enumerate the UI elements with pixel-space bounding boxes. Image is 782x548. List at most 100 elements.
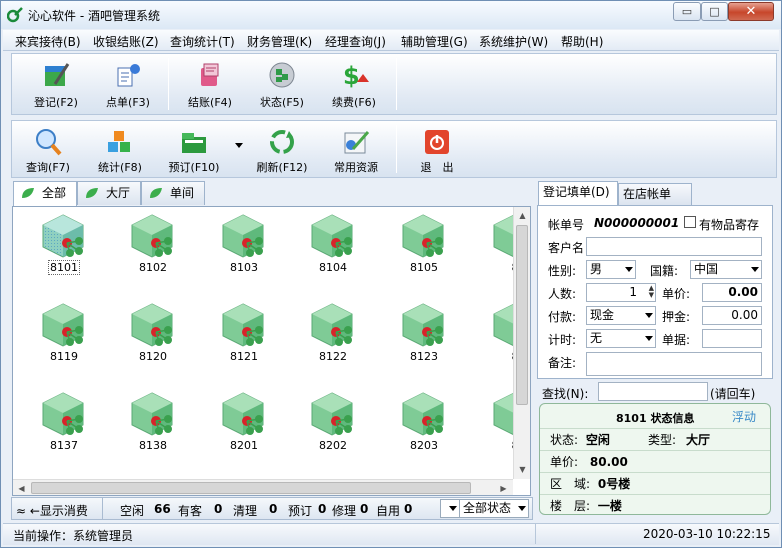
scroll-down-icon[interactable]: ▼ xyxy=(514,461,530,478)
tab-all[interactable]: 全部 xyxy=(13,181,77,207)
deposit-items-checkbox[interactable] xyxy=(684,216,696,228)
menu-system-maintenance[interactable]: 系统维护(W) xyxy=(479,33,548,50)
scroll-right-icon[interactable]: ▶ xyxy=(495,480,512,495)
voucher-input[interactable] xyxy=(702,329,762,348)
register-label: 登记(F2) xyxy=(34,96,78,109)
minimize-button[interactable]: ▭ xyxy=(673,2,701,21)
room-cube-icon xyxy=(402,392,444,436)
payment-select[interactable]: 现金 xyxy=(586,306,656,325)
gender-select[interactable]: 男 xyxy=(586,260,636,279)
chevron-down-icon xyxy=(751,267,759,272)
scroll-left-icon[interactable]: ◀ xyxy=(13,480,30,495)
room-cube-icon xyxy=(222,303,264,347)
menu-finance[interactable]: 财务管理(K) xyxy=(247,33,312,50)
menu-query-statistics[interactable]: 查询统计(T) xyxy=(170,33,235,50)
status-filter-dropdown-button[interactable] xyxy=(440,499,460,518)
room-tile[interactable]: 8138 xyxy=(118,387,188,467)
room-tile[interactable]: 8137 xyxy=(29,387,99,467)
room-tile[interactable]: 8105 xyxy=(389,209,459,289)
tab-registration-form[interactable]: 登记填单(D) xyxy=(538,181,618,206)
search-hint: (请回车) xyxy=(710,387,756,401)
cleaning-count: 0 xyxy=(269,502,278,516)
order-button[interactable]: 点单(F3) xyxy=(92,54,164,114)
room-number-label: 8138 xyxy=(139,439,167,452)
vertical-scroll-thumb[interactable] xyxy=(516,225,528,405)
room-cube-icon xyxy=(42,214,84,258)
remark-input[interactable] xyxy=(586,352,762,376)
room-cube-icon xyxy=(222,392,264,436)
maximize-button[interactable]: □ xyxy=(701,2,728,21)
room-area-label: 区 域: xyxy=(550,477,591,491)
close-button[interactable]: ✕ xyxy=(728,2,774,21)
cleaning-label: 清理 xyxy=(233,504,258,518)
status-label: 状态(F5) xyxy=(260,96,304,109)
checkout-button[interactable]: 结账(F4) xyxy=(174,54,246,114)
room-tile[interactable]: 8103 xyxy=(209,209,279,289)
room-tile[interactable]: 8122 xyxy=(298,298,368,378)
query-button[interactable]: 查询(F7) xyxy=(14,121,82,177)
horizontal-scrollbar[interactable]: ◀ ▶ xyxy=(13,479,513,495)
vertical-scrollbar[interactable]: ▲ ▼ xyxy=(513,207,530,479)
show-consumption-toggle[interactable]: ≈ ←显示消费 xyxy=(16,502,88,519)
renew-fee-button[interactable]: $ 续费(F6) xyxy=(318,54,390,114)
room-number-label: 8104 xyxy=(319,261,347,274)
room-tile[interactable]: 8202 xyxy=(298,387,368,467)
room-cube-icon xyxy=(131,303,173,347)
search-row: 查找(N): (请回车) xyxy=(536,381,774,403)
reserved-count: 0 xyxy=(318,502,327,516)
room-grid: 8101 8102 8103 8104 8105 8119 8120 8121 … xyxy=(12,206,531,496)
status-button[interactable]: 状态(F5) xyxy=(246,54,318,114)
register-button[interactable]: 登记(F2) xyxy=(20,54,92,114)
order-label: 点单(F3) xyxy=(106,96,150,109)
reservation-button[interactable]: 预订(F10) xyxy=(158,121,230,177)
room-tile[interactable]: 8119 xyxy=(29,298,99,378)
nationality-select[interactable]: 中国 xyxy=(690,260,762,279)
room-number-label: 8203 xyxy=(410,439,438,452)
float-link[interactable]: 浮动 xyxy=(732,408,756,425)
svg-text:$: $ xyxy=(343,62,360,90)
status-filter-select[interactable]: 全部状态 xyxy=(459,499,529,518)
search-input[interactable] xyxy=(598,382,708,401)
statistics-icon xyxy=(108,131,130,152)
menu-guest-reception[interactable]: 来宾接待(B) xyxy=(15,33,81,50)
customer-name-input[interactable] xyxy=(586,237,762,256)
room-tile[interactable]: 8102 xyxy=(118,209,188,289)
room-tile[interactable]: 8201 xyxy=(209,387,279,467)
room-tile[interactable]: 8203 xyxy=(389,387,459,467)
price-label: 单价: xyxy=(662,287,691,301)
reservation-dropdown-arrow[interactable] xyxy=(235,143,243,148)
room-tile[interactable]: 8104 xyxy=(298,209,368,289)
room-tile[interactable]: 8123 xyxy=(389,298,459,378)
price-input[interactable]: 0.00 xyxy=(702,283,762,302)
timing-select[interactable]: 无 xyxy=(586,329,656,348)
remark-label: 备注: xyxy=(548,356,577,370)
scroll-up-icon[interactable]: ▲ xyxy=(514,207,530,224)
registration-panel: 登记填单(D) 在店帐单(A) 帐单号 N000000001 有物品寄存 客户名… xyxy=(536,181,776,521)
room-tile[interactable]: 8121 xyxy=(209,298,279,378)
renew-fee-icon: $ xyxy=(343,62,369,90)
statistics-button[interactable]: 统计(F8) xyxy=(86,121,154,177)
people-stepper[interactable]: 1 ▲ ▼ xyxy=(586,283,656,302)
deposit-input[interactable]: 0.00 xyxy=(702,306,762,325)
tab-in-house-bills[interactable]: 在店帐单(A) xyxy=(618,183,692,221)
exit-button[interactable]: 退 出 xyxy=(402,121,472,177)
horizontal-scroll-thumb[interactable] xyxy=(31,482,471,494)
room-tile[interactable]: 8101 xyxy=(29,209,99,289)
nationality-value: 中国 xyxy=(694,262,719,276)
people-label: 人数: xyxy=(548,287,577,301)
resources-button[interactable]: 常用资源 xyxy=(320,121,392,177)
menu-help[interactable]: 帮助(H) xyxy=(561,33,603,50)
window-title: 沁心软件 - 酒吧管理系统 xyxy=(28,9,160,23)
bottom-status-bar: 当前操作：系统管理员 2020-03-10 10:22:15 xyxy=(3,523,779,545)
room-cube-icon xyxy=(42,392,84,436)
stepper-arrows-icon[interactable]: ▲ ▼ xyxy=(649,285,654,299)
deposit-items-label: 有物品寄存 xyxy=(699,218,760,232)
menu-cashier[interactable]: 收银结账(Z) xyxy=(93,33,159,50)
tab-hall[interactable]: 大厅 xyxy=(77,181,141,205)
tab-private-room[interactable]: 单间 xyxy=(141,181,205,205)
refresh-button[interactable]: 刷新(F12) xyxy=(248,121,316,177)
timing-value: 无 xyxy=(590,331,603,345)
menu-manager-query[interactable]: 经理查询(J) xyxy=(325,33,386,50)
room-tile[interactable]: 8120 xyxy=(118,298,188,378)
menu-auxiliary[interactable]: 辅助管理(G) xyxy=(401,33,468,50)
